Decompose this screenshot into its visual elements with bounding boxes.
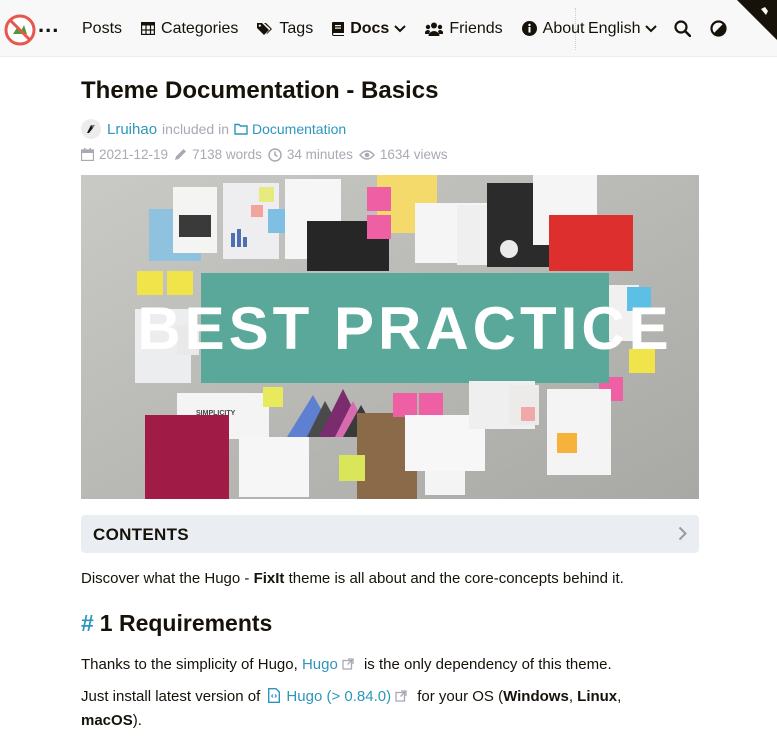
chevron-down-icon (394, 24, 407, 32)
featured-image-illustration: BEST PRACTICE SIMPLICITY (81, 175, 699, 499)
os-macos: macOS (81, 712, 133, 729)
views-item: 1634 views (358, 147, 448, 162)
site-logo-icon[interactable] (4, 14, 36, 46)
date-item: 2021-12-19 (81, 147, 168, 162)
chevron-right-icon[interactable] (678, 526, 687, 541)
table-icon (141, 22, 156, 35)
pencil-icon (175, 149, 187, 160)
nav-categories[interactable]: Categories (141, 0, 238, 57)
nav-docs-label: Docs (350, 19, 390, 37)
view-count: 1634 views (379, 147, 448, 162)
post-stats-meta: 2021-12-19 7138 words 34 minutes 1634 vi… (81, 147, 453, 162)
search-icon[interactable] (674, 20, 691, 37)
tags-icon (257, 22, 273, 35)
section-heading-requirements: #1 Requirements (81, 610, 272, 637)
site-header: ... Posts Categories Tags Docs Friends A… (0, 0, 777, 57)
intro-theme-name: FixIt (253, 570, 285, 587)
req-p1-start: Thanks to the simplicity of Hugo, (81, 656, 302, 673)
nav-docs[interactable]: Docs (332, 0, 407, 57)
nav-posts[interactable]: Posts (82, 0, 122, 57)
post-date: 2021-12-19 (99, 147, 169, 162)
book-icon (332, 21, 345, 36)
category-link[interactable]: Documentation (252, 121, 346, 137)
language-label: English (588, 19, 641, 37)
nav-divider (575, 8, 576, 50)
users-icon (425, 22, 444, 36)
site-title-ellipsis[interactable]: ... (38, 13, 59, 37)
word-count: 7138 words (192, 147, 262, 162)
os-separator-2: , (617, 688, 622, 705)
toc-title: CONTENTS (93, 525, 189, 544)
hugo-version-link[interactable]: Hugo (> 0.84.0) (286, 688, 391, 705)
req-p2-start: Just install latest version of (81, 688, 265, 705)
words-item: 7138 words (174, 147, 262, 162)
author-avatar-icon (87, 125, 95, 133)
external-link-icon (395, 690, 407, 702)
table-of-contents[interactable]: CONTENTS (81, 515, 699, 553)
intro-text-end: theme is all about and the core-concepts… (284, 570, 624, 587)
os-separator-1: , (568, 688, 578, 705)
nav-friends-label: Friends (449, 19, 503, 37)
nav-tags[interactable]: Tags (257, 0, 313, 57)
hugo-link[interactable]: Hugo (302, 656, 338, 673)
hero-banner-text: BEST PRACTICE (137, 295, 672, 362)
main-nav: Posts Categories Tags Docs Friends About (82, 0, 603, 57)
language-select[interactable]: English (588, 0, 658, 57)
section-heading-text: 1 Requirements (99, 610, 273, 636)
nav-about-label: About (542, 19, 585, 37)
post-author-meta: Lruihao included in Documentation (81, 119, 346, 139)
github-corner-icon[interactable] (737, 0, 777, 40)
requirements-paragraph-2-line1: Just install latest version of Hugo (> 0… (81, 686, 621, 708)
intro-paragraph: Discover what the Hugo - FixIt theme is … (81, 568, 624, 590)
reading-time-item: 34 minutes (268, 147, 353, 162)
clock-icon (268, 147, 282, 162)
os-windows: Windows (503, 688, 569, 705)
folder-icon (234, 123, 248, 135)
req-p2-mid: for your OS ( (413, 688, 504, 705)
file-code-icon (268, 688, 281, 703)
intro-text-start: Discover what the Hugo - (81, 570, 254, 587)
author-link[interactable]: Lruihao (107, 121, 157, 138)
page-title: Theme Documentation - Basics (81, 77, 439, 104)
chevron-down-icon (645, 24, 658, 32)
included-in-text: included in (162, 121, 229, 137)
req-p1-end: is the only dependency of this theme. (359, 656, 612, 673)
featured-image: BEST PRACTICE SIMPLICITY (81, 175, 699, 499)
heading-anchor-link[interactable]: # (81, 610, 94, 636)
requirements-paragraph-1: Thanks to the simplicity of Hugo, Hugo i… (81, 654, 612, 676)
info-icon (521, 21, 537, 36)
nav-tags-label: Tags (279, 19, 314, 37)
external-link-icon (342, 658, 354, 670)
req-p2-end: ). (132, 712, 142, 729)
avatar[interactable] (81, 119, 101, 139)
os-linux: Linux (577, 688, 618, 705)
requirements-paragraph-2-line2: macOS). (81, 710, 142, 732)
reading-time: 34 minutes (286, 147, 353, 162)
nav-posts-label: Posts (82, 19, 123, 37)
nav-friends[interactable]: Friends (425, 0, 503, 57)
eye-icon (358, 149, 375, 160)
calendar-icon (81, 148, 94, 161)
theme-toggle-icon[interactable] (710, 20, 727, 37)
nav-categories-label: Categories (161, 19, 239, 37)
